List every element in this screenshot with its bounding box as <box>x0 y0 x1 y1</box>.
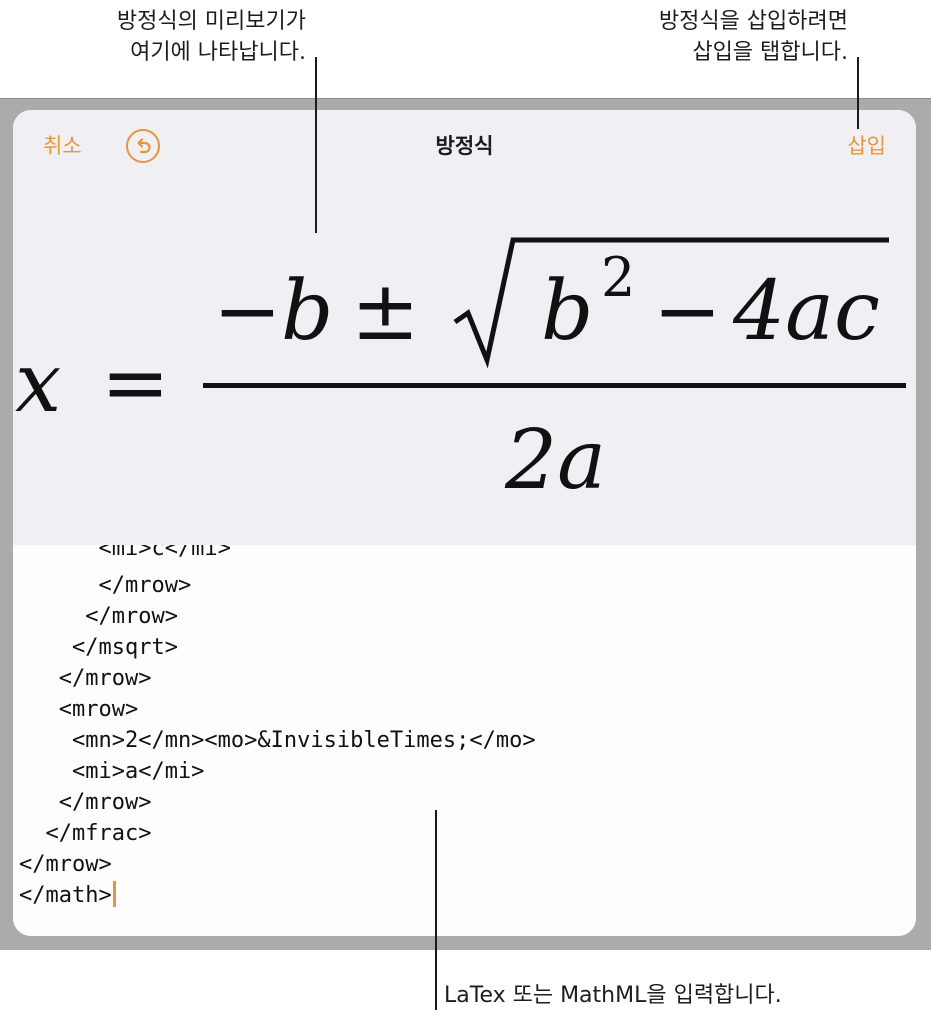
equation-dialog: 취소 방정식 삽입 x = − b ± b 2 − 4ac 2a <mi>c</… <box>13 110 916 936</box>
code-line: </mrow> <box>19 852 112 877</box>
formula-b-squared-base: b <box>541 264 594 359</box>
code-line: <mi>c</mi> <box>19 545 231 561</box>
leader-line-preview <box>315 57 317 233</box>
code-line: </mrow> <box>19 604 178 629</box>
code-line: </mrow> <box>19 666 152 691</box>
code-line: </msqrt> <box>19 635 178 660</box>
fraction-bar <box>203 383 906 388</box>
code-line-last: </math> <box>19 880 116 911</box>
callout-insert: 방정식을 삽입하려면 삽입을 탭합니다. <box>570 6 848 68</box>
formula-plus-minus: ± <box>351 264 420 359</box>
callout-insert-line-1: 방정식을 삽입하려면 <box>658 9 848 34</box>
callout-input: LaTex 또는 MathML을 입력합니다. <box>444 983 782 1008</box>
code-line: <mn>2</mn><mo>&InvisibleTimes;</mo> <box>19 728 536 753</box>
code-line: <mi>a</mi> <box>19 759 205 784</box>
text-cursor <box>112 881 116 907</box>
quadratic-formula: x = − b ± b 2 − 4ac 2a <box>15 237 906 508</box>
code-line: </mfrac> <box>19 821 152 846</box>
callout-preview-line-2: 여기에 나타납니다. <box>130 40 306 65</box>
formula-minus: − <box>213 264 282 359</box>
callout-preview: 방정식의 미리보기가 여기에 나타납니다. <box>50 6 306 68</box>
callout-insert-line-2: 삽입을 탭합니다. <box>692 40 848 65</box>
leader-line-input <box>435 810 437 1010</box>
leader-line-insert <box>857 57 859 129</box>
formula-denominator: 2a <box>504 413 606 508</box>
dialog-title: 방정식 <box>435 134 494 158</box>
code-line: <mrow> <box>19 697 139 722</box>
formula-b: b <box>281 264 334 359</box>
code-editor[interactable]: <mi>c</mi> </mrow> </mrow> </msqrt> </mr… <box>13 545 916 936</box>
code-line: </mrow> <box>19 790 152 815</box>
nav-bar: 취소 방정식 삽입 <box>13 110 916 182</box>
formula-exponent: 2 <box>601 246 635 309</box>
insert-button[interactable]: 삽입 <box>847 130 886 160</box>
formula-variable-x: x <box>15 336 61 431</box>
formula-equals: = <box>101 336 170 431</box>
code-line: </mrow> <box>19 573 192 598</box>
formula-4ac: 4ac <box>732 264 880 359</box>
formula-minus-2: − <box>653 264 722 359</box>
equation-preview: 취소 방정식 삽입 x = − b ± b 2 − 4ac 2a <box>13 110 916 545</box>
callout-preview-line-1: 방정식의 미리보기가 <box>116 9 306 34</box>
code-line-text: </math> <box>19 883 112 908</box>
